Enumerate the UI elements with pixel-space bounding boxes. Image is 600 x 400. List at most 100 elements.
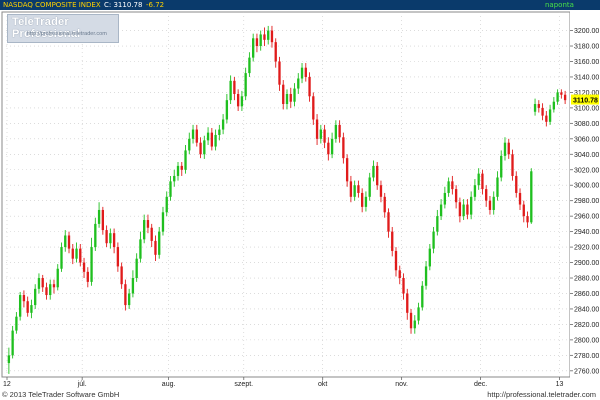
candle-body [496, 177, 499, 197]
candle-body [41, 278, 44, 288]
candle-body [368, 177, 371, 197]
y-tick-label: 2920.00 [574, 245, 599, 252]
candle-body [424, 266, 428, 286]
candle-body [300, 67, 304, 79]
candle-body [537, 104, 540, 108]
candle-body [409, 312, 413, 329]
y-tick-label: 2980.00 [574, 198, 599, 205]
candle-body [11, 330, 14, 356]
candle-body [270, 30, 274, 43]
y-tick-label: 2820.00 [574, 322, 599, 329]
candle-body [233, 80, 236, 94]
candle-body [169, 181, 172, 197]
candle-body [541, 107, 544, 116]
candle-body [101, 209, 105, 231]
footer-url-link[interactable]: http://professional.teletrader.com [487, 389, 596, 400]
x-tick-label: 12 [3, 381, 11, 388]
price-chart[interactable]: 2760.00 2780.00 2800.00 2820.00 2840.00 2860.… [0, 10, 600, 389]
candle-body [361, 192, 364, 207]
y-tick-label: 3080.00 [574, 121, 599, 128]
candle-body [526, 216, 529, 223]
candle-body [22, 295, 26, 302]
candle-body [94, 223, 97, 248]
candle-body [248, 57, 251, 74]
candle-body [447, 181, 450, 193]
candle-body [45, 287, 48, 296]
candle-body [315, 119, 319, 139]
y-tick-label: 3000.00 [574, 183, 599, 190]
candle-body [560, 92, 563, 95]
candle-body [244, 73, 247, 97]
candle-body [481, 173, 484, 190]
candle-body [402, 278, 405, 294]
x-tick-label: aug. [162, 381, 176, 388]
candle-body [199, 142, 202, 155]
candle-body [432, 231, 435, 249]
y-tick-label: 3060.00 [574, 136, 599, 143]
candle-body [530, 171, 533, 223]
candle-body [229, 80, 232, 101]
instrument-label: NASDAQ COMPOSITE INDEX [3, 1, 101, 9]
candle-body [203, 140, 206, 155]
candle-body [15, 316, 18, 331]
y-tick-label: 2860.00 [574, 291, 599, 298]
candle-body [413, 320, 416, 329]
candle-body [469, 196, 473, 215]
candle-body [221, 119, 225, 130]
candle-body [507, 142, 510, 155]
candle-body [383, 196, 386, 213]
candle-body [394, 250, 398, 271]
candle-body [289, 93, 292, 102]
y-tick-label: 3100.00 [574, 105, 599, 112]
candle-body [522, 204, 525, 217]
candle-body [263, 34, 266, 40]
candle-body [330, 138, 334, 155]
candle-body [60, 247, 63, 269]
candle-body [146, 220, 150, 228]
candle-body [26, 301, 29, 313]
candle-body [131, 278, 135, 294]
candle-body [161, 212, 165, 232]
candle-body [56, 268, 59, 288]
candle-body [349, 181, 353, 197]
candle-body [304, 67, 307, 77]
last-price-label: 3110.78 [573, 98, 598, 105]
candle-body [357, 185, 360, 193]
candle-body [511, 154, 514, 176]
candle-body [236, 93, 240, 107]
candle-body [158, 231, 161, 255]
candle-body [195, 129, 198, 143]
candle-body [154, 240, 157, 255]
candle-body [267, 30, 270, 40]
candle-body [274, 42, 277, 62]
candle-body [82, 262, 86, 272]
copyright-text: © 2013 TeleTrader Software GmbH [2, 390, 120, 399]
candle-body [488, 200, 492, 210]
candle-body [135, 258, 138, 279]
y-tick-label: 3200.00 [574, 28, 599, 35]
y-tick-label: 3020.00 [574, 167, 599, 174]
candle-body [75, 248, 78, 259]
candle-body [342, 137, 345, 159]
candle-body [518, 192, 522, 205]
candle-body [180, 165, 183, 170]
candle-body [345, 158, 349, 182]
y-tick-label: 2960.00 [574, 214, 599, 221]
candle-body [259, 34, 262, 47]
candle-body [334, 124, 338, 139]
candle-body [500, 155, 503, 178]
candle-body [503, 142, 507, 156]
x-tick-label: 13 [556, 381, 564, 388]
candle-body [67, 235, 71, 249]
candle-body [327, 142, 330, 155]
candle-body [353, 185, 356, 197]
candle-body [439, 204, 443, 217]
x-tick-label: dec. [474, 381, 487, 388]
candle-body [387, 212, 390, 232]
candle-body [191, 129, 195, 139]
candle-body [556, 92, 559, 102]
y-tick-label: 3180.00 [574, 44, 599, 51]
x-tick-label: szept. [234, 381, 253, 388]
candle-body [112, 233, 116, 248]
candle-body [71, 248, 74, 259]
